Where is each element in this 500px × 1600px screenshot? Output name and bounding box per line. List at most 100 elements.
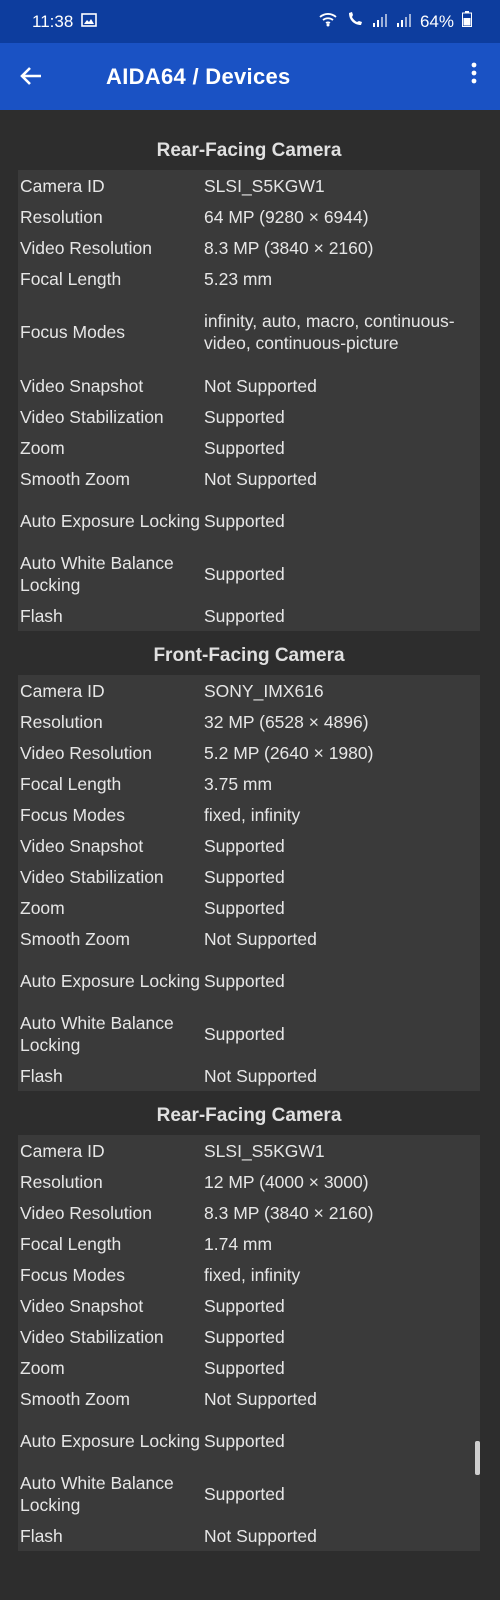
table-row: Video Stabilization Supported [18,1321,480,1352]
row-value: Supported [204,835,285,856]
row-value: Not Supported [204,928,317,949]
table-row: Resolution 64 MP (9280 × 6944) [18,201,480,232]
row-value: Supported [204,605,285,626]
row-label: Video Resolution [20,742,152,763]
scrollbar[interactable] [475,1441,480,1475]
table-row: Video Resolution 8.3 MP (3840 × 2160) [18,232,480,263]
row-value: Not Supported [204,375,317,396]
row-value: Supported [204,563,285,584]
row-value: infinity, auto, macro, continuous-video,… [204,311,455,353]
table-row: Smooth Zoom Not Supported [18,923,480,954]
row-label: Auto Exposure Locking [20,1430,200,1451]
row-value: Supported [204,970,285,991]
row-value: Supported [204,1483,285,1504]
table-row: Camera ID SLSI_S5KGW1 [18,170,480,201]
row-label: Video Resolution [20,1202,152,1223]
row-value: 8.3 MP (3840 × 2160) [204,1202,374,1223]
row-label: Focus Modes [20,322,126,342]
table-row: Auto Exposure Locking Supported [18,1414,480,1467]
row-label: Auto Exposure Locking [20,510,200,531]
row-label: Resolution [20,1171,103,1192]
row-label: Smooth Zoom [20,1388,130,1409]
row-label: Flash [20,605,63,626]
row-value: 3.75 mm [204,773,273,794]
table-row: Focus Modes fixed, infinity [18,799,480,830]
row-value: SONY_IMX616 [204,680,324,701]
table-row: Focus Modes fixed, infinity [18,1259,480,1290]
table-row: Flash Not Supported [18,1520,480,1551]
table-row: Auto White Balance Locking Supported [18,1467,480,1520]
table-row: Camera ID SONY_IMX616 [18,675,480,706]
row-label: Zoom [20,897,65,918]
row-label: Zoom [20,1357,65,1378]
battery-percent: 64% [419,11,454,31]
table-row: Focal Length 5.23 mm [18,263,480,294]
table-row: Resolution 32 MP (6528 × 4896) [18,706,480,737]
row-value: 1.74 mm [204,1233,273,1254]
row-label: Video Resolution [20,237,152,258]
row-label: Focus Modes [20,1264,126,1285]
row-value: fixed, infinity [204,1264,301,1285]
row-value: 64 MP (9280 × 6944) [204,206,369,227]
table-row: Auto White Balance Locking Supported [18,547,480,600]
row-value: Not Supported [204,1388,317,1409]
row-label: Video Stabilization [20,1326,164,1347]
table-row: Video Resolution 5.2 MP (2640 × 1980) [18,737,480,768]
row-label: Zoom [20,437,65,458]
table-row: Flash Supported [18,600,480,631]
table-row: Zoom Supported [18,1352,480,1383]
table-row: Smooth Zoom Not Supported [18,463,480,494]
section-title: Rear-Facing Camera [156,1105,342,1126]
table-row: Camera ID SLSI_S5KGW1 [18,1135,480,1166]
wifi-calling-icon [346,11,364,32]
row-value: Supported [204,1357,285,1378]
table-row: Focus Modes infinity, auto, macro, contin… [18,294,480,370]
row-value: 5.23 mm [204,268,273,289]
camera-section: Rear-Facing Camera Camera ID SLSI_S5KGW1 Re… [18,132,480,631]
signal-icon [372,12,388,32]
row-label: Camera ID [20,1140,105,1161]
section-title: Rear-Facing Camera [156,140,342,161]
row-value: SLSI_S5KGW1 [204,175,325,196]
row-label: Focal Length [20,1233,122,1254]
battery-icon [462,11,472,32]
row-value: Supported [204,1430,285,1451]
section-title: Front-Facing Camera [153,645,345,666]
table-row: Video Snapshot Supported [18,830,480,861]
table-row: Focal Length 3.75 mm [18,768,480,799]
row-value: Supported [204,437,285,458]
wifi-icon [318,11,338,32]
table-row: Video Stabilization Supported [18,861,480,892]
status-time: 11:38 [32,11,74,31]
table-row: Focal Length 1.74 mm [18,1228,480,1259]
status-bar: 11:38 64% [0,0,500,43]
row-label: Video Snapshot [20,375,144,396]
row-value: SLSI_S5KGW1 [204,1140,325,1161]
row-label: Focal Length [20,773,122,794]
row-label: Video Stabilization [20,866,164,887]
row-label: Resolution [20,206,103,227]
row-label: Camera ID [20,175,105,196]
device-list: Rear-Facing Camera Camera ID SLSI_S5KGW1 Re… [0,110,500,1551]
table-row: Video Snapshot Supported [18,1290,480,1321]
row-value: Supported [204,866,285,887]
row-label: Auto White Balance Locking [20,1012,174,1055]
camera-section: Front-Facing Camera Camera ID SONY_IMX616 R… [18,637,480,1091]
table-row: Auto Exposure Locking Supported [18,494,480,547]
row-label: Auto White Balance Locking [20,1472,174,1515]
back-arrow-icon[interactable] [20,63,80,91]
table-row: Smooth Zoom Not Supported [18,1383,480,1414]
camera-section: Rear-Facing Camera Camera ID SLSI_S5KGW1 Re… [18,1097,480,1551]
table-row: Video Snapshot Not Supported [18,370,480,401]
row-value: 12 MP (4000 × 3000) [204,1171,369,1192]
overflow-menu-icon[interactable] [464,62,484,91]
table-row: Video Stabilization Supported [18,401,480,432]
row-value: 32 MP (6528 × 4896) [204,711,369,732]
row-value: Not Supported [204,468,317,489]
row-label: Video Snapshot [20,835,144,856]
table-row: Zoom Supported [18,432,480,463]
row-label: Smooth Zoom [20,468,130,489]
table-row: Video Resolution 8.3 MP (3840 × 2160) [18,1197,480,1228]
row-value: 8.3 MP (3840 × 2160) [204,237,374,258]
page-title: AIDA64 / Devices [106,63,291,89]
